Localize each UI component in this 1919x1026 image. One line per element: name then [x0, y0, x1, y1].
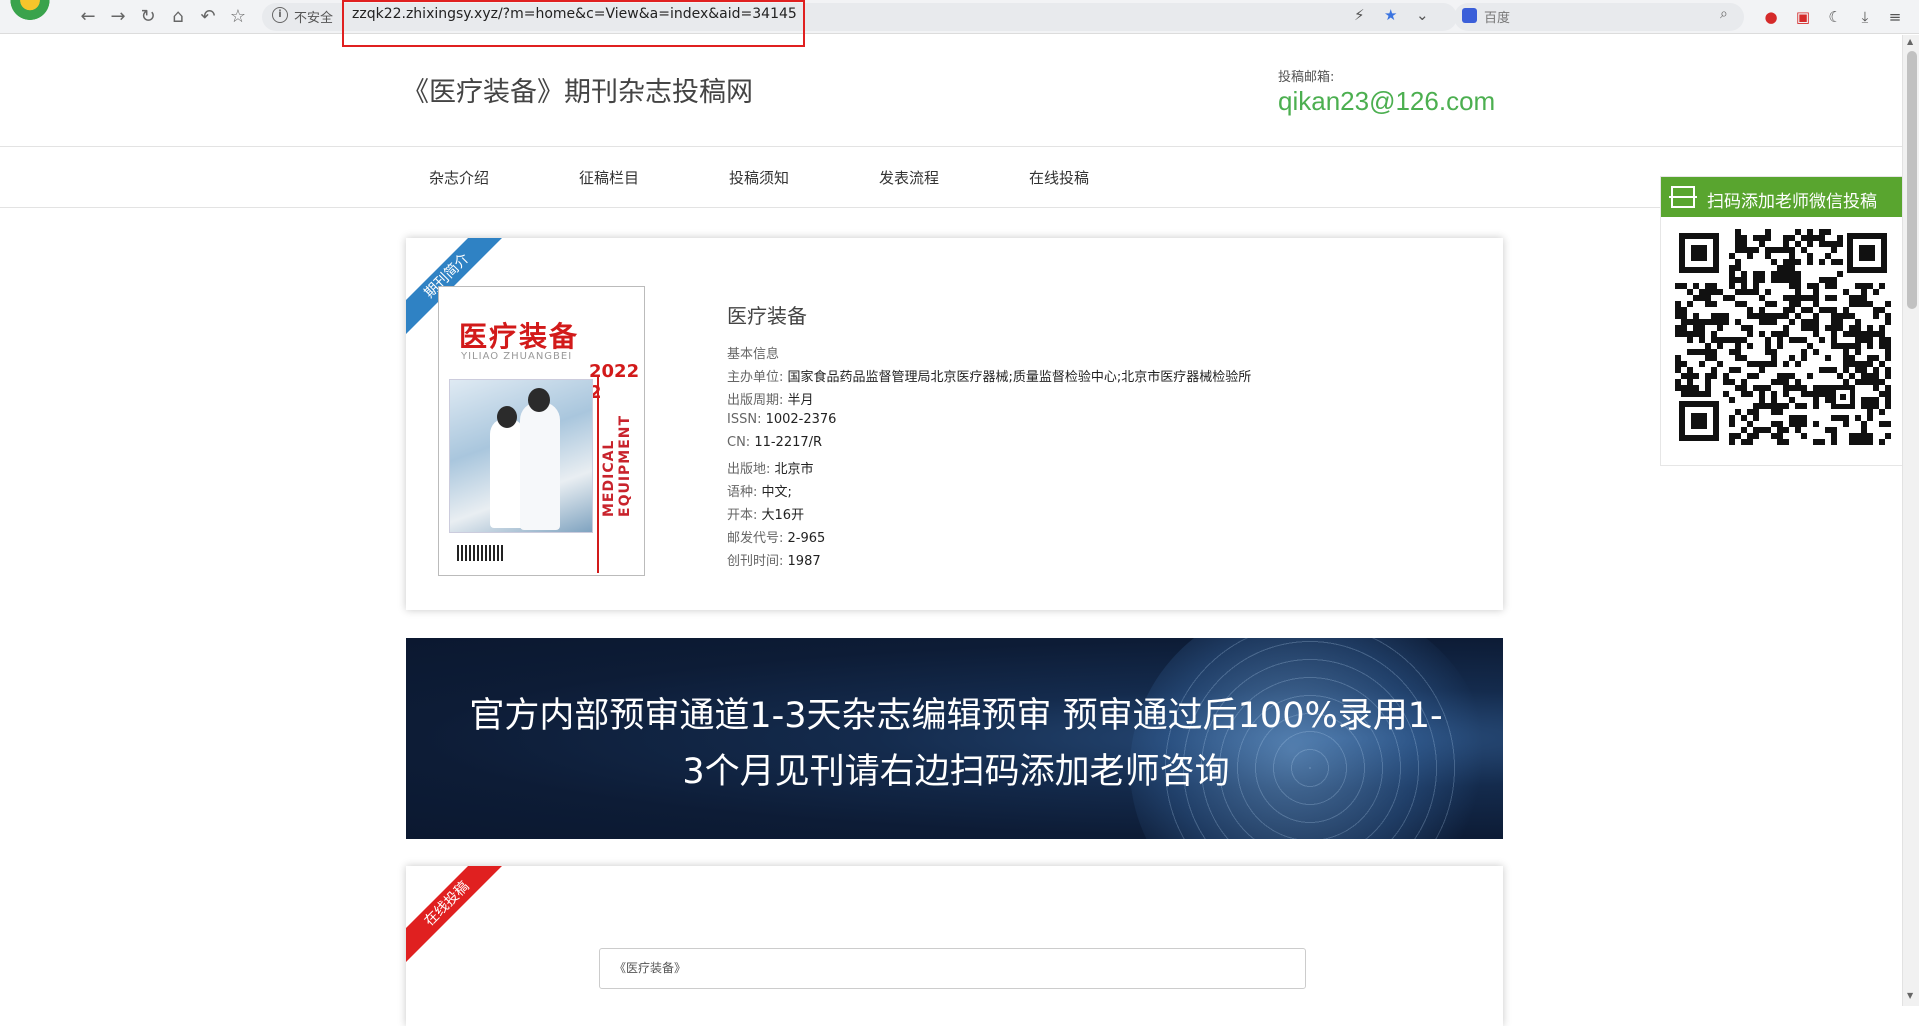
info-value: 1987 [787, 554, 821, 569]
back-icon[interactable]: ← [76, 5, 100, 29]
email-address[interactable]: qikan23@126.com [1278, 86, 1495, 117]
info-row-format: 开本: 大16开 [727, 504, 804, 523]
info-row-frequency: 出版周期: 半月 [727, 389, 814, 408]
page-scrollbar[interactable]: ▲ ▼ [1902, 35, 1919, 1006]
extension-icon[interactable]: ● [1760, 6, 1782, 28]
email-label: 投稿邮箱: [1278, 70, 1335, 85]
info-value: 国家食品药品监督管理局北京医疗器械;质量监督检验中心;北京市医疗器械检验所 [787, 370, 1252, 385]
chevron-down-icon[interactable]: ⌄ [1416, 6, 1429, 24]
site-title[interactable]: 《医疗装备》期刊杂志投稿网 [402, 70, 753, 109]
reload-icon[interactable]: ↻ [136, 5, 160, 29]
info-value: 2-965 [787, 531, 826, 546]
url-highlight-box [342, 0, 805, 47]
info-value: 11-2217/R [754, 435, 823, 450]
info-label: 出版地: [727, 462, 771, 477]
search-placeholder: 百度 [1484, 11, 1511, 26]
forward-icon[interactable]: → [106, 5, 130, 29]
star-outline-icon[interactable]: ☆ [226, 5, 250, 29]
pdf-icon[interactable]: ▣ [1792, 6, 1814, 28]
info-value: 半月 [787, 393, 814, 408]
nav-item-process[interactable]: 发表流程 [879, 167, 939, 188]
nav-item-intro[interactable]: 杂志介绍 [429, 167, 489, 188]
nav-item-submit[interactable]: 在线投稿 [1029, 167, 1089, 188]
undo-icon[interactable]: ↶ [196, 5, 220, 29]
insecure-label[interactable]: 不安全 [294, 7, 333, 26]
info-row-cn: CN: 11-2217/R [727, 435, 822, 450]
info-value: 大16开 [761, 508, 805, 523]
scroll-thumb[interactable] [1907, 51, 1917, 309]
journal-name: 医疗装备 [727, 304, 807, 328]
info-label: 出版周期: [727, 393, 784, 408]
info-row-founded: 创刊时间: 1987 [727, 550, 821, 569]
info-value: 1002-2376 [765, 412, 837, 427]
info-label: 邮发代号: [727, 531, 784, 546]
search-icon[interactable]: ⌕ [1720, 6, 1728, 22]
cover-vertical-text: MEDICAL EQUIPMENT [601, 414, 633, 517]
info-label: 创刊时间: [727, 554, 784, 569]
qr-code-image [1675, 229, 1891, 445]
info-row-sponsor: 主办单位: 国家食品药品监督管理局北京医疗器械;质量监督检验中心;北京市医疗器械… [727, 366, 1251, 385]
cover-photo [449, 379, 593, 533]
journal-name-field[interactable]: 《医疗装备》 [599, 948, 1306, 989]
journal-cover-image: 医疗装备 YILIAO ZHUANGBEI 2022 2 MEDICAL EQU… [438, 286, 645, 576]
info-label: ISSN: [727, 412, 762, 427]
info-row-language: 语种: 中文; [727, 481, 792, 500]
info-value: 北京市 [774, 462, 814, 477]
wechat-qr-panel: 扫码添加老师微信投稿 [1660, 176, 1905, 466]
nav-item-guidelines[interactable]: 投稿须知 [729, 167, 789, 188]
nav-item-columns[interactable]: 征稿栏目 [579, 167, 639, 188]
qr-title: 扫码添加老师微信投稿 [1707, 192, 1877, 212]
main-nav: 杂志介绍 征稿栏目 投稿须知 发表流程 在线投稿 [0, 146, 1902, 208]
browser-logo-icon[interactable] [6, 0, 54, 22]
browser-toolbar: ← → ↻ ⌂ ↶ ☆ i 不安全 zzqk22.zhixingsy.xyz/?… [0, 0, 1919, 34]
banner-text-line1: 官方内部预审通道1-3天杂志编辑预审 预审通过后100%录用1- [469, 696, 1443, 736]
cover-title: 医疗装备 [459, 320, 580, 353]
barcode-icon [457, 545, 505, 561]
download-icon[interactable]: ⤓ [1854, 6, 1876, 28]
scroll-down-icon[interactable]: ▼ [1907, 991, 1913, 1000]
moon-icon[interactable]: ☾ [1824, 6, 1846, 28]
ribbon-label: 在线投稿 [406, 866, 509, 966]
info-label: CN: [727, 435, 751, 450]
baidu-icon [1462, 8, 1477, 23]
info-section-heading: 基本信息 [727, 347, 780, 362]
info-icon[interactable]: i [272, 7, 288, 23]
menu-icon[interactable]: ≡ [1884, 6, 1906, 28]
scan-icon [1669, 186, 1697, 208]
qr-header: 扫码添加老师微信投稿 [1661, 177, 1905, 217]
info-value: 中文; [761, 485, 792, 500]
info-label: 开本: [727, 508, 758, 523]
info-row-postal-code: 邮发代号: 2-965 [727, 527, 825, 546]
banner-text-line2: 3个月见刊请右边扫码添加老师咨询 [682, 752, 1230, 792]
online-submit-card: 在线投稿 [406, 866, 1503, 1026]
home-icon[interactable]: ⌂ [166, 5, 190, 29]
cover-subtitle: YILIAO ZHUANGBEI [461, 351, 573, 362]
ribbon-online-submit: 在线投稿 [406, 866, 516, 976]
info-label: 主办单位: [727, 370, 784, 385]
info-row-issn: ISSN: 1002-2376 [727, 412, 836, 427]
info-row-place: 出版地: 北京市 [727, 458, 814, 477]
scroll-up-icon[interactable]: ▲ [1907, 37, 1913, 46]
banner-text: 官方内部预审通道1-3天杂志编辑预审 预审通过后100%录用1- 3个月见刊请右… [426, 688, 1486, 800]
info-label: 语种: [727, 485, 758, 500]
lightning-icon[interactable]: ⚡ [1354, 6, 1365, 24]
bookmark-star-icon[interactable]: ★ [1384, 6, 1397, 24]
cover-divider [597, 377, 599, 573]
